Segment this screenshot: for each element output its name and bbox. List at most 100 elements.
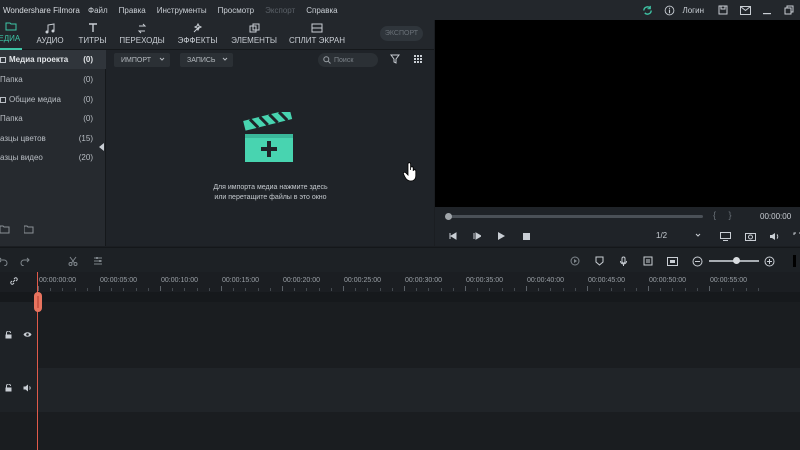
- scrubber-handle[interactable]: [445, 213, 452, 220]
- ruler-label: 00:00:45:00: [588, 277, 625, 284]
- in-out-markers[interactable]: { }: [713, 210, 732, 220]
- play-slow-icon[interactable]: [471, 230, 483, 242]
- timeline-ruler[interactable]: 00:00:00:00 00:00:05:00 00:00:10:00 00:00:1…: [0, 272, 800, 292]
- minimize-icon[interactable]: [756, 0, 778, 20]
- tab-elements[interactable]: ЭЛЕМЕНТЫ: [231, 20, 277, 50]
- sync-icon[interactable]: [636, 0, 658, 20]
- ruler-minor-tick: [440, 288, 442, 291]
- ruler-minor-tick: [135, 288, 137, 291]
- audio-track[interactable]: [38, 368, 800, 412]
- sidebar-item-project-media[interactable]: Медиа проекта (0): [0, 50, 106, 69]
- preview-quality-select[interactable]: 1/2: [656, 231, 701, 240]
- sidebar-item-color-samples[interactable]: азцы цветов (15): [0, 129, 106, 148]
- ruler-tick: [221, 286, 222, 291]
- ruler-minor-tick: [184, 288, 186, 291]
- sidebar-item-folder[interactable]: Папка (0): [0, 70, 106, 89]
- login-link[interactable]: Логин: [682, 6, 704, 15]
- export-button[interactable]: ЭКСПОРТ: [380, 26, 423, 41]
- import-label: ИМПОРТ: [121, 56, 151, 64]
- subtitle-icon[interactable]: [665, 254, 679, 268]
- ruler-minor-tick: [172, 288, 174, 291]
- timeline-empty-area[interactable]: [0, 412, 800, 450]
- sidebar-item-video-samples[interactable]: азцы видео (20): [0, 148, 106, 167]
- collapse-sidebar-icon[interactable]: [99, 143, 105, 151]
- menu-item[interactable]: Просмотр: [218, 6, 255, 15]
- menu-item[interactable]: Инструменты: [157, 6, 207, 15]
- tab-effects[interactable]: ЭФФЕКТЫ: [178, 20, 217, 50]
- adjust-icon[interactable]: [91, 254, 105, 268]
- sidebar-item-folder-2[interactable]: Папка (0): [0, 109, 106, 128]
- drop-hint-text: Для импорта медиа нажмите здесь или пере…: [107, 183, 434, 203]
- tab-media[interactable]: МЕДИА: [0, 20, 22, 50]
- voiceover-icon[interactable]: [641, 254, 655, 268]
- timeline-more-icon[interactable]: [790, 254, 800, 268]
- record-dropdown[interactable]: ЗАПИСЬ: [180, 53, 233, 67]
- search-input[interactable]: Поиск: [318, 53, 378, 67]
- previous-frame-icon[interactable]: [447, 230, 459, 242]
- speaker-icon[interactable]: [23, 384, 32, 394]
- tab-audio[interactable]: АУДИО: [36, 20, 64, 50]
- sidebar-item-shared-media[interactable]: Общие медиа (0): [0, 90, 106, 109]
- render-icon[interactable]: [568, 254, 582, 268]
- media-tabs: МЕДИА АУДИО ТИТРЫ ПЕРЕХОДЫ ЭФФЕКТЫ ЭЛЕМЕ…: [0, 20, 434, 50]
- menu-item[interactable]: Экспорт: [265, 6, 295, 15]
- import-dropdown[interactable]: ИМПОРТ: [114, 53, 170, 67]
- snapshot-icon[interactable]: [744, 230, 756, 242]
- ruler-minor-tick: [208, 288, 210, 291]
- ruler-minor-tick: [757, 288, 759, 291]
- microphone-icon[interactable]: [616, 254, 630, 268]
- lock-icon[interactable]: [5, 383, 12, 394]
- mail-icon[interactable]: [734, 0, 756, 20]
- sidebar-item-label: Медиа проекта: [9, 55, 69, 64]
- music-note-icon: [45, 22, 55, 34]
- tab-split-screen[interactable]: СПЛИТ ЭКРАН: [289, 20, 345, 50]
- lock-icon[interactable]: [5, 330, 12, 341]
- monitor-icon[interactable]: [719, 230, 731, 242]
- fullscreen-icon[interactable]: [791, 230, 800, 242]
- link-icon[interactable]: [9, 276, 19, 288]
- menu-item[interactable]: Правка: [119, 6, 146, 15]
- clapperboard-add-icon[interactable]: [242, 109, 296, 166]
- sidebar-item-count: (15): [78, 134, 93, 143]
- playhead-handle[interactable]: [34, 292, 42, 312]
- sidebar-item-count: (20): [78, 153, 93, 162]
- zoom-slider-handle[interactable]: [733, 257, 740, 264]
- app-title: Wondershare Filmora: [3, 5, 80, 15]
- volume-icon[interactable]: [768, 230, 780, 242]
- zoom-out-icon[interactable]: [690, 254, 704, 268]
- ruler-tick: [587, 286, 588, 291]
- play-icon[interactable]: [495, 230, 507, 242]
- tab-transitions[interactable]: ПЕРЕХОДЫ: [119, 20, 165, 50]
- sidebar-item-text: Медиа проекта: [0, 55, 68, 64]
- sidebar-item-label: Папка: [0, 75, 23, 84]
- media-toolbar: ИМПОРТ ЗАПИСЬ Поиск: [107, 50, 434, 70]
- new-folder-icon[interactable]: [0, 225, 14, 239]
- zoom-in-icon[interactable]: [762, 254, 776, 268]
- preview-scrubber[interactable]: [449, 215, 703, 218]
- redo-icon[interactable]: [18, 254, 32, 268]
- filter-icon[interactable]: [390, 54, 400, 66]
- undo-icon[interactable]: [0, 254, 10, 268]
- menu-item[interactable]: Файл: [88, 6, 108, 15]
- media-drop-zone[interactable]: Для импорта медиа нажмите здесь или пере…: [107, 70, 434, 246]
- ruler-minor-tick: [623, 288, 625, 291]
- tab-titles[interactable]: ТИТРЫ: [79, 20, 106, 50]
- ruler-tick: [648, 286, 649, 291]
- marker-icon[interactable]: [592, 254, 606, 268]
- elements-icon: [249, 22, 260, 34]
- tab-label: СПЛИТ ЭКРАН: [289, 36, 345, 45]
- tab-label: АУДИО: [36, 36, 64, 45]
- ruler-minor-tick: [733, 288, 735, 291]
- save-icon[interactable]: [712, 0, 734, 20]
- folder-icon[interactable]: [23, 225, 38, 239]
- video-track[interactable]: [38, 302, 800, 368]
- chevron-down-icon: [159, 56, 165, 64]
- cut-icon[interactable]: [66, 254, 80, 268]
- grid-view-icon[interactable]: [413, 54, 423, 66]
- restore-icon[interactable]: [778, 0, 800, 20]
- stop-icon[interactable]: [520, 230, 532, 242]
- eye-icon[interactable]: [23, 331, 32, 340]
- info-icon[interactable]: [658, 0, 680, 20]
- chevron-down-icon: [222, 56, 228, 64]
- menu-item[interactable]: Справка: [306, 6, 337, 15]
